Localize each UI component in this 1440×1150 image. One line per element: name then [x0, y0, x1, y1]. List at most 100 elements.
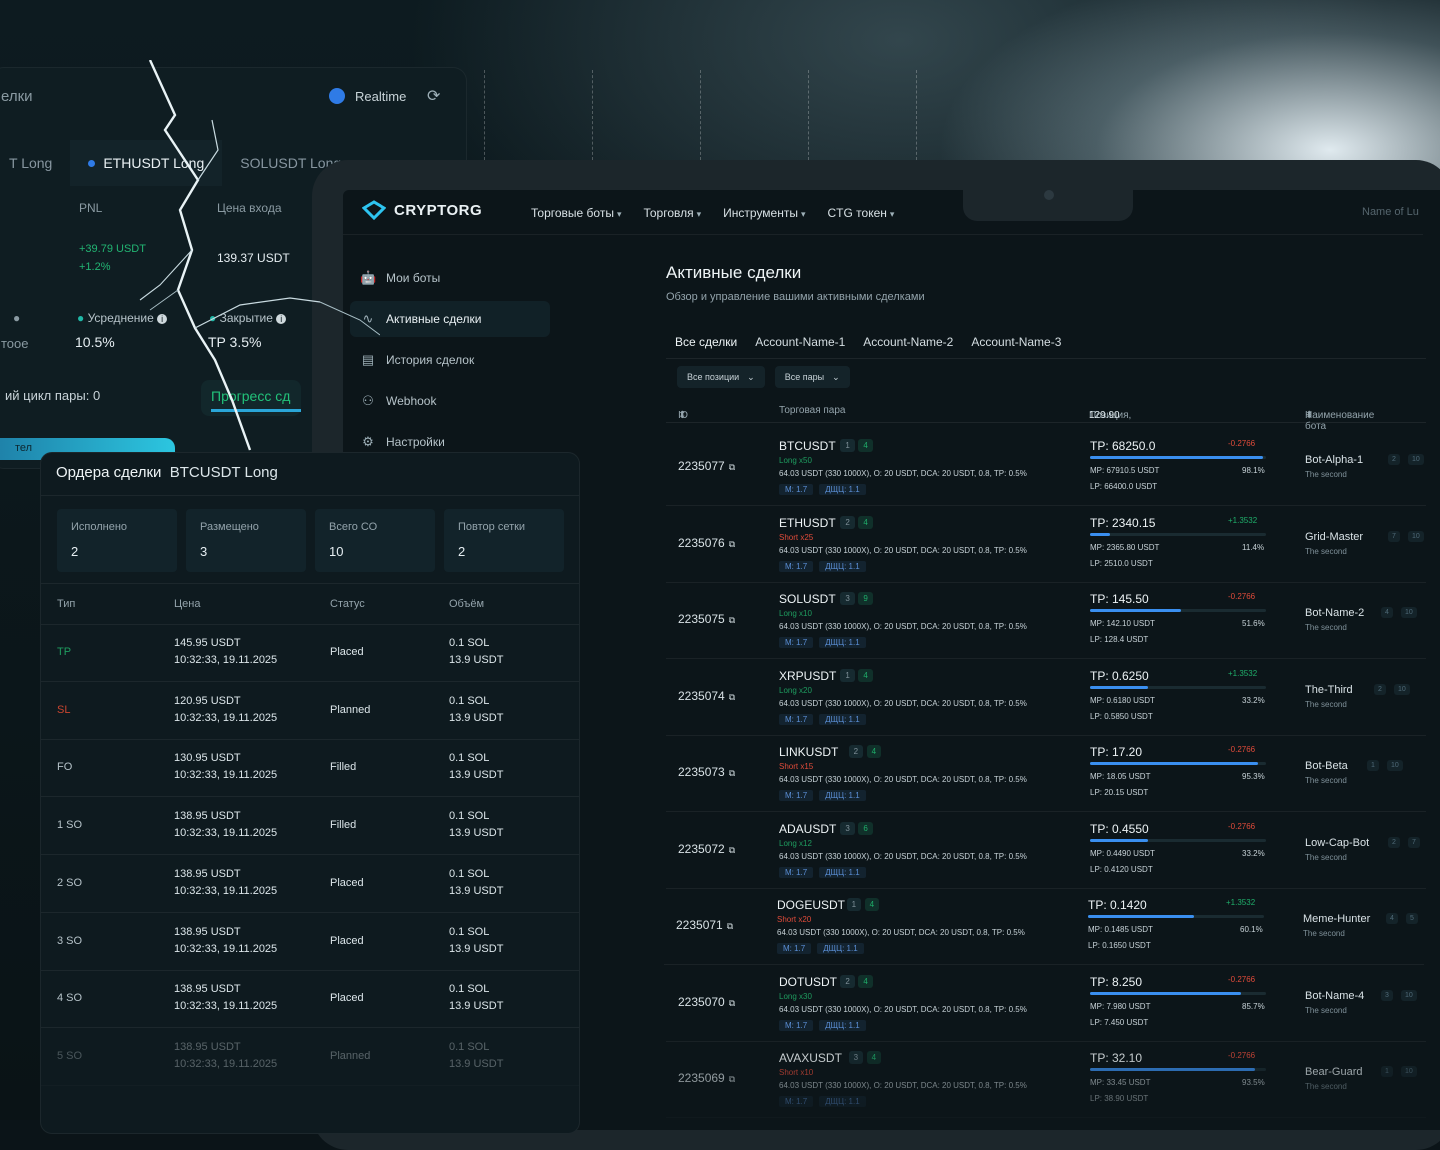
trade-id-text: 2235077 [678, 459, 725, 473]
volume-quote: 13.9 USDT [449, 711, 504, 724]
trade-row[interactable]: 2235074 ⧉ XRPUSDT 1 4 Long x20 64.03 USDT (330… [666, 659, 1426, 736]
positions-filter[interactable]: Все позиции ⌄ [677, 366, 765, 388]
bot-badge: 4 [1386, 913, 1398, 924]
order-type: SL [57, 703, 71, 716]
order-row[interactable]: 3 SO 138.95 USDT 10:32:33, 19.11.2025 Place… [41, 913, 579, 971]
trade-pair[interactable]: BTCUSDT [779, 439, 836, 453]
order-volume: 0.1 SOL 13.9 USDT [449, 1039, 503, 1073]
price-text: 138.95 USDT [174, 925, 241, 938]
volume-quote: 13.9 USDT [449, 1000, 504, 1013]
account-name[interactable]: Name of Lu [1362, 206, 1419, 218]
trade-id-text: 2235073 [678, 765, 725, 779]
copy-icon[interactable]: ⧉ [729, 539, 735, 549]
bot-name[interactable]: The-Third [1305, 684, 1353, 696]
trade-pair[interactable]: ADAUSDT [779, 822, 836, 836]
bot-name[interactable]: Bot-Name-2 [1305, 607, 1364, 619]
refresh-icon[interactable]: ⟳ [427, 86, 440, 106]
trade-badge: 4 [858, 974, 873, 988]
progress-bar [1090, 991, 1266, 995]
bot-name[interactable]: Bot-Alpha-1 [1305, 454, 1363, 466]
pair-tab[interactable]: T Long [0, 140, 70, 186]
bot-name[interactable]: Bot-Name-4 [1305, 990, 1364, 1002]
trade-pair[interactable]: DOGEUSDT [777, 898, 845, 912]
take-profit: TP: 2340.15 [1090, 515, 1156, 530]
bot-name[interactable]: Bot-Beta [1305, 760, 1348, 772]
copy-icon[interactable]: ⧉ [729, 462, 735, 472]
order-status: Placed [330, 934, 364, 947]
bot-badge: 1 [1367, 760, 1379, 771]
price-delta: +1.3532 [1228, 668, 1258, 678]
trade-pair[interactable]: ETHUSDT [779, 516, 836, 530]
price-delta: -0.2766 [1228, 439, 1256, 448]
copy-icon[interactable]: ⧉ [729, 692, 735, 702]
liquidation-price: LP: 0.4120 USDT [1090, 864, 1153, 874]
order-price: 120.95 USDT 10:32:33, 19.11.2025 [174, 693, 277, 727]
copy-icon[interactable]: ⧉ [729, 615, 735, 625]
info-icon[interactable]: i [276, 314, 287, 324]
volume-base: 0.1 SOL [449, 752, 490, 765]
bot-name[interactable]: Grid-Master [1305, 531, 1363, 543]
order-row[interactable]: 4 SO 138.95 USDT 10:32:33, 19.11.2025 Place… [41, 970, 579, 1029]
pairs-filter[interactable]: Все пары ⌄ [774, 366, 850, 388]
tab-account-3[interactable]: Account-Name-3 [962, 335, 1070, 349]
bot-subtitle: The second [1305, 623, 1347, 632]
trade-row[interactable]: 2235072 ⧉ ADAUSDT 3 6 Long x12 64.03 USDT (330… [666, 812, 1426, 889]
close-label-text: Закрытие [219, 311, 273, 325]
nav-trading[interactable]: Торговля ▾ [643, 206, 701, 220]
nav-trading-bots[interactable]: Торговые боты ▾ [531, 206, 621, 220]
active-dot-icon [88, 159, 96, 167]
nav-ctg-token[interactable]: CTG токен ▾ [828, 206, 895, 220]
volume-base: 0.1 SOL [449, 810, 490, 823]
trade-row[interactable]: 2235075 ⧉ SOLUSDT 3 9 Long x10 64.03 USDT (330… [666, 582, 1426, 659]
order-row[interactable]: SL 120.95 USDT 10:32:33, 19.11.2025 Planned… [41, 682, 579, 740]
order-time: 10:32:33, 19.11.2025 [174, 1057, 278, 1070]
brand-logo[interactable]: CRYPTORG [362, 200, 482, 220]
tab-account-2[interactable]: Account-Name-2 [854, 335, 962, 349]
trade-row[interactable]: 2235076 ⧉ ETHUSDT 2 4 Short x25 64.03 USDT (33… [666, 506, 1426, 583]
order-row[interactable]: 2 SO 138.95 USDT 10:32:33, 19.11.2025 Place… [41, 855, 579, 913]
tab-all-deals[interactable]: Все сделки [666, 335, 746, 349]
pair-tab-active[interactable]: ETHUSDT Long [70, 140, 223, 186]
trade-pair[interactable]: SOLUSDT [779, 592, 836, 606]
copy-icon[interactable]: ⧉ [729, 998, 735, 1008]
order-row[interactable]: FO 130.95 USDT 10:32:33, 19.11.2025 Filled 0… [41, 739, 579, 798]
nav-tools[interactable]: Инструменты ▾ [723, 206, 805, 220]
sidebar-item-label: Webhook [386, 394, 437, 408]
market-price: MP: 7.980 USDT [1090, 1001, 1151, 1011]
trade-pair[interactable]: LINKUSDT [779, 745, 838, 759]
trade-row[interactable]: 2235077 ⧉ BTCUSDT 1 4 Long x50 64.03 USDT (330… [666, 429, 1426, 506]
order-row[interactable]: TP 145.95 USDT 10:32:33, 19.11.2025 Placed 0… [41, 624, 579, 682]
trade-row[interactable]: 2235073 ⧉ LINKUSDT 2 4 Short x15 64.03 USDT (3… [666, 735, 1426, 812]
realtime-toggle[interactable]: Realtime [329, 88, 406, 104]
order-row[interactable]: 1 SO 138.95 USDT 10:32:33, 19.11.2025 Fille… [41, 797, 579, 856]
trade-id: 2235073 ⧉ [678, 765, 735, 779]
copy-icon[interactable]: ⧉ [729, 768, 735, 778]
trade-pair[interactable]: XRPUSDT [779, 669, 836, 683]
bot-name[interactable]: Meme-Hunter [1303, 913, 1370, 925]
volume-base: 0.1 SOL [449, 1040, 490, 1053]
trade-row[interactable]: 2235071 ⧉ DOGEUSDT 1 4 Short x20 64.03 USDT (3… [664, 888, 1424, 965]
trade-pair[interactable]: DOTUSDT [779, 975, 837, 989]
info-icon[interactable]: i [157, 314, 168, 324]
price-delta: +1.3532 [1226, 898, 1256, 907]
sidebar-item-webhook[interactable]: ⚇ Webhook [350, 383, 550, 419]
trade-row[interactable]: 2235070 ⧉ DOTUSDT 2 4 Long x30 64.03 USDT (330… [666, 965, 1426, 1042]
copy-icon[interactable]: ⧉ [727, 921, 733, 931]
copy-icon[interactable]: ⧉ [729, 845, 735, 855]
price-text: 145.95 USDT [174, 637, 241, 649]
close-label: ● Закрытие i [209, 311, 287, 325]
order-status: Placed [330, 876, 364, 889]
pnl-percent: +1.2% [79, 261, 111, 273]
bot-name[interactable]: Low-Cap-Bot [1305, 837, 1369, 849]
trade-tags: М: 1.7 ДЩЦ: 1.1 [779, 1019, 866, 1031]
sidebar-item-my-bots[interactable]: 🤖 Мои боты [350, 260, 550, 296]
volume-base: 0.1 SOL [449, 694, 490, 707]
take-profit: TP: 0.4550 [1090, 821, 1149, 836]
grid-line [916, 70, 917, 160]
order-row[interactable]: 5 SO 138.95 USDT 10:32:33, 19.11.2025 Plann… [41, 1028, 579, 1086]
sidebar-item-history[interactable]: ▤ История сделок [350, 342, 550, 378]
liquidation-price: LP: 0.5850 USDT [1090, 711, 1153, 721]
tab-account-1[interactable]: Account-Name-1 [746, 335, 854, 349]
sidebar-item-active-deals[interactable]: ∿ Активные сделки [350, 301, 550, 337]
bot-badge: 7 [1408, 836, 1420, 848]
